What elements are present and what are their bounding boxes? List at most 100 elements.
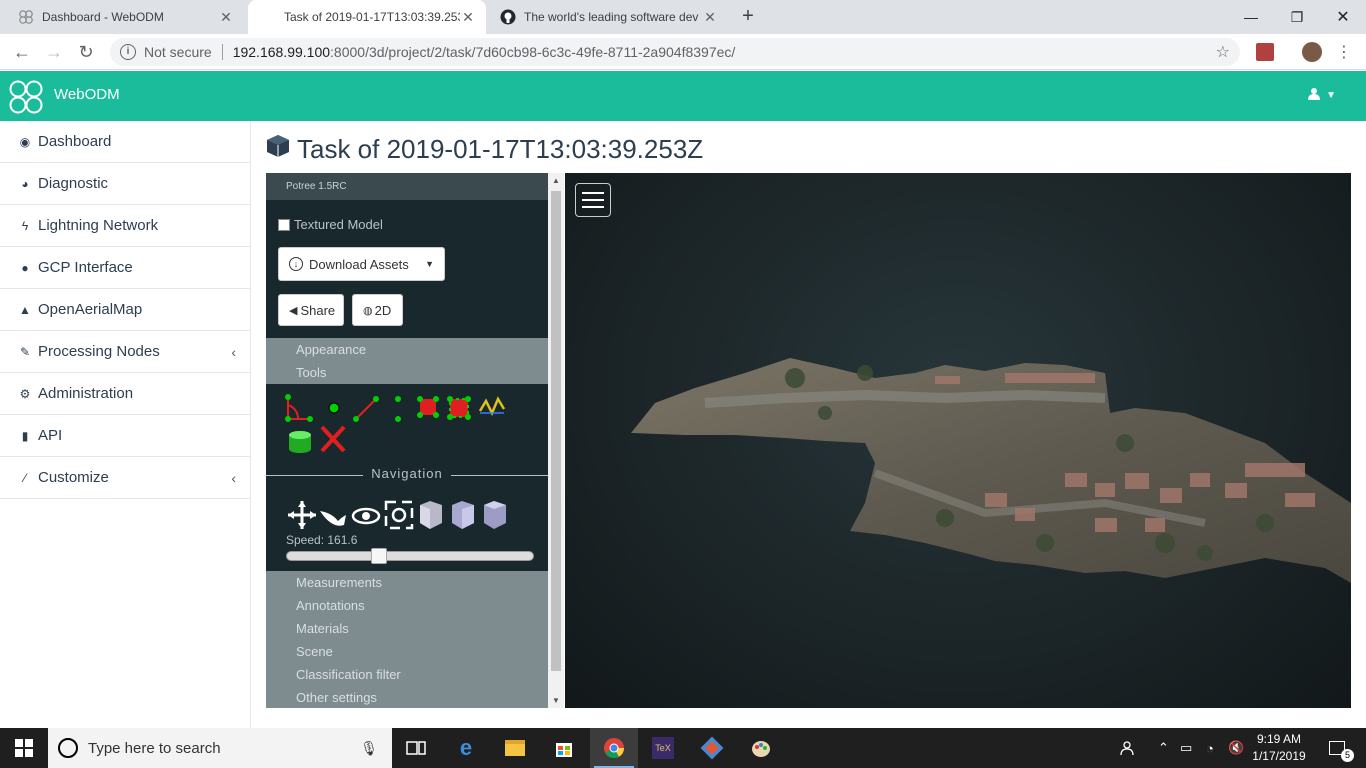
sidebar-item-administration[interactable]: ⚙ Administration	[0, 373, 250, 415]
tab-title: The world's leading software dev	[524, 10, 699, 24]
caret-down-icon: ▼	[425, 259, 434, 269]
webodm-logo-icon[interactable]	[8, 79, 44, 115]
caret-down-icon: ▼	[1326, 89, 1336, 101]
orbit-controls-icon	[351, 507, 381, 525]
sidebar-item-gcp-interface[interactable]: ● GCP Interface	[0, 247, 250, 289]
people-icon[interactable]	[1120, 728, 1138, 768]
restore-icon[interactable]: ❐	[1274, 0, 1320, 34]
wifi-icon[interactable]: ◔	[1206, 728, 1214, 768]
profile-avatar[interactable]	[1302, 42, 1322, 62]
tex-editor-icon[interactable]: TeX	[639, 728, 687, 768]
battery-icon[interactable]: ▭	[1180, 728, 1192, 768]
accordion-measurements[interactable]: Measurements	[266, 571, 548, 594]
area-tool-icon	[417, 396, 439, 418]
sidebar-item-label: API	[38, 427, 63, 444]
height-tool-icon	[395, 396, 401, 422]
scrollbar-thumb[interactable]	[551, 191, 561, 671]
paint-icon[interactable]	[737, 728, 785, 768]
sidebar-item-processing-nodes[interactable]: ✎ Processing Nodes ‹	[0, 331, 250, 373]
sidebar-item-label: Lightning Network	[38, 217, 159, 234]
taskbar-clock[interactable]: 9:19 AM 1/17/2019	[1246, 731, 1312, 765]
close-tab-icon[interactable]: ✕	[218, 9, 234, 26]
reload-icon[interactable]: ↻	[74, 40, 98, 64]
info-icon[interactable]: i	[120, 44, 136, 60]
windows-start-icon[interactable]	[0, 728, 48, 768]
store-icon[interactable]	[540, 728, 588, 768]
sidebar-item-lightning-network[interactable]: ϟ Lightning Network	[0, 205, 250, 247]
volume-muted-icon[interactable]: 🔇	[1228, 728, 1244, 768]
clock-date: 1/17/2019	[1252, 749, 1306, 763]
pie-chart-icon: ◕	[21, 176, 29, 191]
sidebar-item-label: Customize	[38, 469, 109, 486]
top-view-icon	[484, 501, 506, 529]
textured-model-toggle[interactable]: Textured Model	[278, 217, 383, 232]
app-name[interactable]: WebODM	[54, 86, 120, 103]
task-view-icon[interactable]	[392, 728, 440, 768]
download-assets-button[interactable]: ↓ Download Assets ▼	[278, 247, 445, 281]
speed-slider-handle[interactable]	[371, 548, 387, 564]
sidebar-item-customize[interactable]: ⁄ Customize ‹	[0, 457, 250, 499]
git-app-icon[interactable]	[688, 728, 736, 768]
view-2d-button[interactable]: ◍ 2D	[352, 294, 403, 326]
navigation-label: Navigation	[363, 466, 451, 481]
tab-title: Dashboard - WebODM	[42, 10, 164, 24]
sidebar-item-dashboard[interactable]: ◉ Dashboard	[0, 121, 250, 163]
security-label: Not secure	[144, 44, 212, 60]
close-tab-icon[interactable]: ✕	[702, 9, 718, 26]
scroll-up-icon[interactable]: ▲	[548, 176, 564, 185]
taskbar-search-box[interactable]: Type here to search 🎙	[48, 728, 392, 768]
accordion-tools[interactable]: Tools	[266, 361, 548, 384]
search-placeholder: Type here to search	[88, 739, 221, 757]
sidebar: ◉ Dashboard ◕ Diagnostic ϟ Lightning Networ…	[0, 121, 251, 728]
view-2d-label: 2D	[374, 302, 392, 318]
accordion-other-settings[interactable]: Other settings	[266, 686, 548, 708]
action-center-icon[interactable]: 5	[1322, 728, 1354, 768]
user-menu[interactable]: ▼	[1308, 87, 1336, 103]
forward-icon[interactable]: →	[42, 40, 66, 64]
new-tab-icon[interactable]: +	[738, 6, 758, 26]
address-bar[interactable]: i Not secure 192.168.99.100:8000/3d/proj…	[110, 38, 1240, 66]
book-icon: ▮	[21, 428, 29, 443]
divider	[221, 44, 223, 60]
close-window-icon[interactable]: ✕	[1320, 0, 1366, 34]
pdf-extension-icon[interactable]	[1256, 43, 1274, 61]
accordion-classification-filter[interactable]: Classification filter	[266, 663, 548, 686]
accordion-materials[interactable]: Materials	[266, 617, 548, 640]
cortana-icon	[58, 738, 78, 758]
accordion-appearance[interactable]: Appearance	[266, 338, 548, 361]
share-button[interactable]: ◀ Share	[278, 294, 344, 326]
measurement-tools-icons[interactable]	[284, 391, 514, 457]
back-icon[interactable]: ←	[10, 40, 34, 64]
scroll-down-icon[interactable]: ▼	[548, 696, 564, 705]
clock-time: 9:19 AM	[1256, 732, 1302, 746]
browser-tab-task[interactable]: Task of 2019-01-17T13:03:39.253 ✕	[248, 0, 486, 34]
download-icon: ↓	[289, 257, 303, 271]
remove-all-icon	[320, 425, 346, 453]
microphone-icon[interactable]: 🎙	[360, 740, 378, 757]
textured-model-label: Textured Model	[294, 217, 383, 232]
sidebar-item-openaerialmap[interactable]: ▲ OpenAerialMap	[0, 289, 250, 331]
chrome-icon[interactable]	[590, 728, 638, 768]
browser-menu-icon[interactable]: ⋮	[1336, 42, 1352, 62]
accordion-annotations[interactable]: Annotations	[266, 594, 548, 617]
sidebar-item-label: Administration	[38, 385, 134, 402]
minimize-icon[interactable]: —	[1228, 0, 1274, 34]
point-cloud-viewer[interactable]	[565, 173, 1351, 708]
edge-icon[interactable]: e	[442, 728, 490, 768]
close-tab-icon[interactable]: ✕	[460, 9, 476, 26]
page-title-text: Task of 2019-01-17T13:03:39.253Z	[297, 134, 704, 164]
bookmark-star-icon[interactable]: ☆	[1216, 42, 1230, 62]
navigation-controls-icons[interactable]	[286, 499, 510, 531]
show-hidden-icons-icon[interactable]: ⌃	[1158, 728, 1169, 768]
file-explorer-icon[interactable]	[491, 728, 539, 768]
sidebar-item-api[interactable]: ▮ API	[0, 415, 250, 457]
browser-tab-github[interactable]: The world's leading software dev ✕	[490, 0, 728, 34]
potree-scrollbar[interactable]: ▲ ▼	[548, 173, 564, 708]
accordion-scene[interactable]: Scene	[266, 640, 548, 663]
gears-icon: ⚙	[19, 386, 31, 401]
speed-slider[interactable]	[286, 548, 534, 564]
sidebar-item-diagnostic[interactable]: ◕ Diagnostic	[0, 163, 250, 205]
textured-model-checkbox[interactable]	[278, 218, 290, 231]
browser-tab-dashboard[interactable]: Dashboard - WebODM ✕	[8, 0, 244, 34]
potree-accordion-bottom: Measurements Annotations Materials Scene…	[266, 571, 548, 708]
